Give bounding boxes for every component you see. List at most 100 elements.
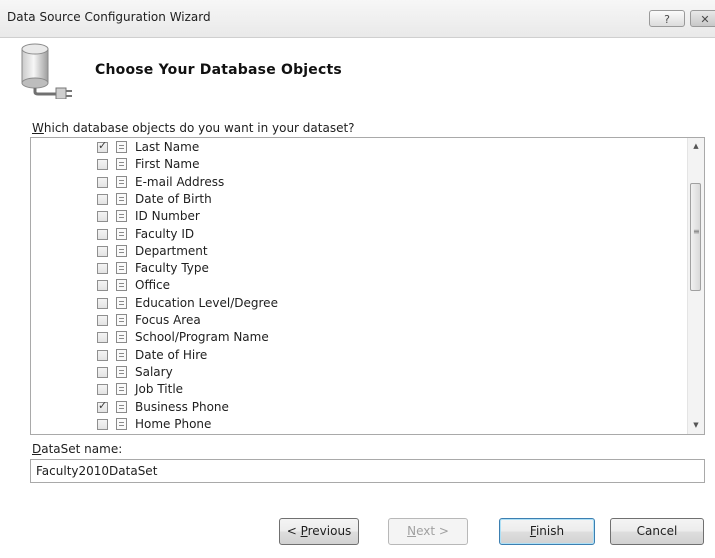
tree-item[interactable]: Education Level/Degree bbox=[31, 295, 686, 312]
page-heading: Choose Your Database Objects bbox=[95, 62, 342, 78]
column-icon bbox=[116, 365, 127, 378]
cancel-button[interactable]: Cancel bbox=[610, 518, 704, 545]
scroll-down-arrow-icon[interactable]: ▼ bbox=[688, 417, 704, 434]
previous-pre: < bbox=[286, 524, 301, 538]
checked-checkbox[interactable]: ✓ bbox=[97, 139, 108, 153]
column-icon bbox=[116, 279, 127, 292]
next-button[interactable]: Next > bbox=[388, 518, 468, 545]
tree-item[interactable]: E-mail Address bbox=[31, 174, 686, 191]
tree-item[interactable]: First Name bbox=[31, 156, 686, 173]
checkbox[interactable] bbox=[97, 211, 108, 223]
checked-checkbox[interactable]: ✓ bbox=[97, 398, 108, 413]
tree-item-label: Faculty ID bbox=[135, 226, 195, 241]
checkbox[interactable] bbox=[97, 176, 108, 188]
next-post: ext > bbox=[416, 524, 449, 538]
column-icon bbox=[116, 348, 127, 361]
grip-icon: ≡ bbox=[693, 226, 700, 236]
column-icon bbox=[116, 175, 127, 188]
tree-item-label: Job Title bbox=[135, 382, 184, 397]
dataset-mnemonic: D bbox=[32, 442, 42, 456]
database-connection-icon bbox=[21, 43, 72, 99]
dataset-name-label: DataSet name: bbox=[32, 442, 122, 456]
tree-item[interactable]: School/Program Name bbox=[31, 329, 686, 346]
column-icon bbox=[116, 296, 127, 309]
checkbox[interactable] bbox=[97, 280, 108, 292]
tree-item[interactable]: ✓ Business Phone bbox=[31, 399, 686, 416]
tree-item-label: First Name bbox=[135, 157, 200, 172]
tree-item[interactable]: Office bbox=[31, 277, 686, 294]
checkbox[interactable] bbox=[97, 349, 108, 361]
column-icon bbox=[116, 262, 127, 275]
column-icon bbox=[116, 244, 127, 257]
column-icon bbox=[116, 192, 127, 205]
column-icon bbox=[116, 158, 127, 171]
scrollbar-thumb[interactable]: ≡ bbox=[690, 182, 701, 291]
tree-item[interactable]: Focus Area bbox=[31, 312, 686, 329]
previous-post: revious bbox=[307, 524, 352, 538]
title-bar: Data Source Configuration Wizard ? ✕ bbox=[0, 0, 715, 38]
tree-item[interactable]: Faculty Type bbox=[31, 260, 686, 277]
checkbox[interactable] bbox=[97, 332, 108, 344]
wizard-header: Choose Your Database Objects bbox=[0, 39, 715, 111]
tree-item-label: Education Level/Degree bbox=[135, 295, 278, 310]
tree-item-label: E-mail Address bbox=[135, 174, 225, 189]
tree-item-label: Faculty Type bbox=[135, 261, 209, 276]
tree-item-label: School/Program Name bbox=[135, 330, 269, 345]
column-icon bbox=[116, 314, 127, 326]
checkbox[interactable] bbox=[97, 245, 108, 257]
tree-item-label: Office bbox=[135, 278, 171, 293]
checkbox[interactable] bbox=[97, 193, 108, 205]
checkmark-icon: ✓ bbox=[98, 398, 108, 412]
tree-item[interactable]: Date of Birth bbox=[31, 191, 686, 208]
tree-item[interactable]: ID Number bbox=[31, 208, 686, 225]
prompt-text: hich database objects do you want in you… bbox=[43, 121, 355, 135]
checkbox[interactable] bbox=[97, 159, 108, 171]
column-icon bbox=[116, 417, 127, 430]
prompt-mnemonic: W bbox=[32, 121, 44, 135]
column-icon bbox=[116, 141, 127, 153]
finish-post: inish bbox=[535, 524, 565, 538]
tree-item[interactable]: Department bbox=[31, 243, 686, 260]
tree-item-label: Focus Area bbox=[135, 313, 201, 327]
checkbox[interactable] bbox=[97, 384, 108, 396]
vertical-scrollbar[interactable]: ▲ ≡ ▼ bbox=[687, 138, 704, 434]
column-icon bbox=[116, 227, 127, 240]
checkbox[interactable] bbox=[97, 366, 108, 378]
dataset-label-text: ataSet name: bbox=[41, 442, 123, 456]
tree-item[interactable]: Date of Hire bbox=[31, 347, 686, 364]
column-icon bbox=[116, 383, 127, 396]
objects-prompt: Which database objects do you want in yo… bbox=[32, 121, 355, 135]
previous-button[interactable]: < Previous bbox=[279, 518, 359, 545]
dataset-name-input[interactable] bbox=[30, 459, 705, 483]
tree-item[interactable]: ✓ Last Name bbox=[31, 139, 686, 156]
tree-item-label: Date of Birth bbox=[135, 191, 212, 206]
previous-mnemonic: P bbox=[300, 524, 308, 538]
column-icon bbox=[116, 210, 127, 223]
column-icon bbox=[116, 400, 127, 413]
scroll-up-arrow-icon[interactable]: ▲ bbox=[688, 138, 704, 155]
checkbox[interactable] bbox=[97, 297, 108, 309]
checkbox[interactable] bbox=[97, 263, 108, 275]
tree-item[interactable]: Faculty ID bbox=[31, 226, 686, 243]
tree-item-label: ID Number bbox=[135, 209, 200, 224]
tree-item-label: Date of Hire bbox=[135, 347, 208, 362]
tree-item-label: Department bbox=[135, 243, 208, 258]
close-button[interactable]: ✕ bbox=[690, 10, 715, 27]
tree-item-label: Salary bbox=[135, 364, 173, 379]
tree-item-label: Last Name bbox=[135, 140, 200, 154]
next-mnemonic: N bbox=[407, 524, 417, 538]
checkbox[interactable] bbox=[97, 315, 108, 326]
tree-item[interactable]: Job Title bbox=[31, 381, 686, 398]
tree-item-label: Home Phone bbox=[135, 416, 212, 431]
column-icon bbox=[116, 331, 127, 344]
tree-item[interactable]: Home Phone bbox=[31, 416, 686, 433]
window-title: Data Source Configuration Wizard bbox=[7, 10, 211, 24]
checkmark-icon: ✓ bbox=[98, 139, 108, 152]
checkbox[interactable] bbox=[97, 418, 108, 430]
help-button[interactable]: ? bbox=[649, 10, 685, 27]
tree-item[interactable]: Salary bbox=[31, 364, 686, 381]
database-objects-tree[interactable]: ✓ Last Name First Name E-mail Address Date o… bbox=[30, 137, 705, 435]
tree-item-label: Business Phone bbox=[135, 399, 229, 414]
checkbox[interactable] bbox=[97, 228, 108, 240]
finish-button[interactable]: Finish bbox=[499, 518, 595, 545]
